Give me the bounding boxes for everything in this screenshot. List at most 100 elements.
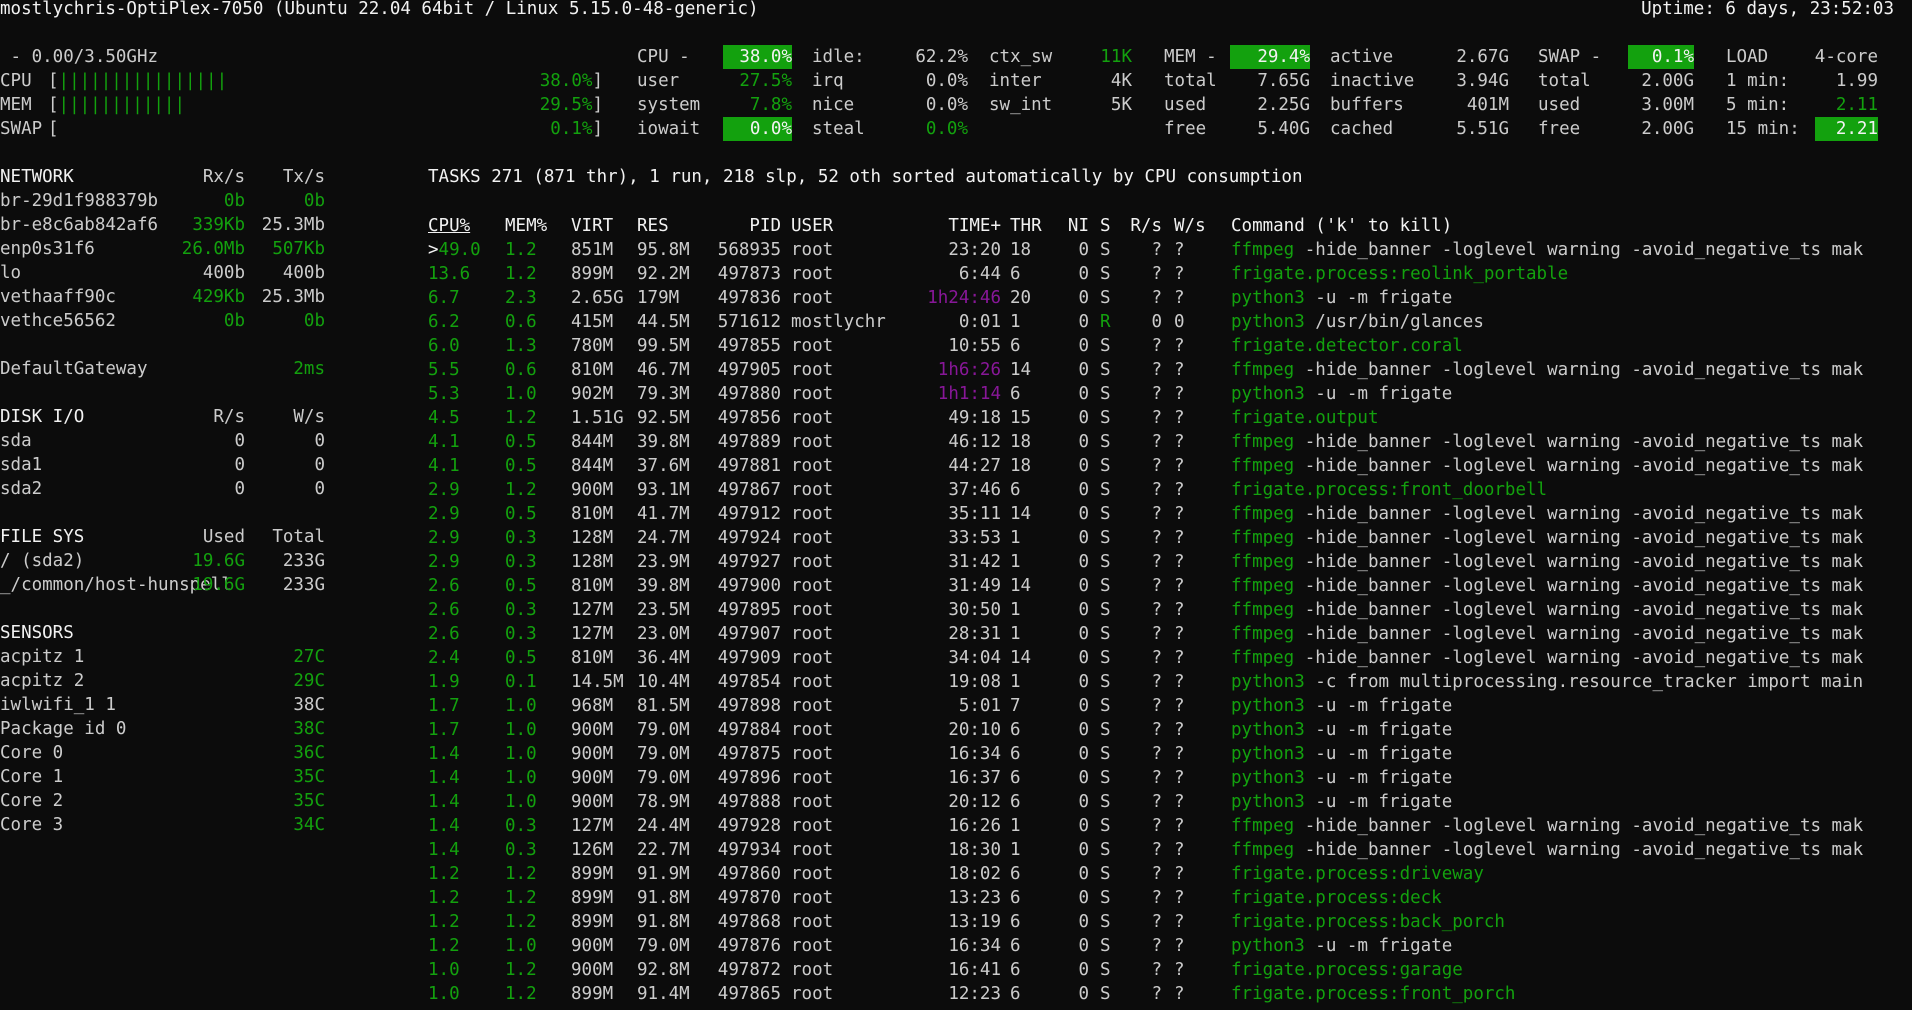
process-executable: python3: [1231, 768, 1305, 788]
sensor-value: 35C: [293, 767, 325, 787]
process-read-rate: ?: [1151, 888, 1162, 908]
sensor-value: 38C: [293, 695, 325, 715]
network-tx-value: 400b: [282, 263, 325, 283]
process-threads: 6: [1010, 864, 1021, 884]
process-threads: 14: [1010, 504, 1032, 524]
process-executable: ffmpeg: [1231, 624, 1295, 644]
process-write-rate: ?: [1174, 432, 1185, 452]
process-pid: 497870: [717, 888, 781, 908]
process-read-rate: ?: [1151, 336, 1162, 356]
process-threads: 14: [1010, 576, 1032, 596]
process-read-rate: ?: [1151, 432, 1162, 452]
process-time: 16:34: [948, 936, 1001, 956]
process-time: 20:12: [948, 792, 1001, 812]
process-cpu: 2.4: [428, 648, 460, 668]
process-executable: ffmpeg: [1231, 240, 1295, 260]
process-read-rate: ?: [1151, 960, 1162, 980]
process-pid: 497876: [717, 936, 781, 956]
process-pid: 497898: [717, 696, 781, 716]
process-read-rate: ?: [1151, 528, 1162, 548]
process-nice: 0: [1078, 696, 1089, 716]
process-time: 31:42: [948, 552, 1001, 572]
process-time: 13:19: [948, 912, 1001, 932]
mem-stat2-label: buffers: [1330, 95, 1404, 115]
process-virt: 844M: [571, 456, 614, 476]
process-time: 44:27: [948, 456, 1001, 476]
process-mem: 0.3: [505, 528, 537, 548]
process-cpu: 1.0: [428, 960, 460, 980]
glances-terminal: mostlychris-OptiPlex-7050 (Ubuntu 22.04 …: [0, 0, 1912, 1010]
process-virt: 127M: [571, 816, 614, 836]
process-mem: 1.3: [505, 336, 537, 356]
process-pid: 497928: [717, 816, 781, 836]
process-nice: 0: [1078, 744, 1089, 764]
process-user: root: [791, 768, 834, 788]
process-executable: python3: [1231, 672, 1305, 692]
process-virt: 780M: [571, 336, 614, 356]
load-stat-label: 15 min:: [1726, 119, 1800, 139]
process-state: S: [1100, 792, 1111, 812]
process-threads: 18: [1010, 432, 1032, 452]
process-arguments: -u -m frigate: [1304, 768, 1453, 788]
disk-write-value: 0: [314, 479, 325, 499]
process-read-rate: ?: [1151, 672, 1162, 692]
process-cpu: 2.6: [428, 576, 460, 596]
cpu-title: CPU -: [637, 47, 690, 67]
process-res: 91.8M: [637, 888, 690, 908]
process-mem: 1.2: [505, 264, 537, 284]
process-write-rate: ?: [1174, 384, 1185, 404]
cpu-stat3-label: sw_int: [989, 95, 1053, 115]
process-res: 92.2M: [637, 264, 690, 284]
process-user: root: [791, 336, 834, 356]
process-read-rate: ?: [1151, 648, 1162, 668]
process-time: 13:23: [948, 888, 1001, 908]
process-virt: 900M: [571, 768, 614, 788]
process-executable: ffmpeg: [1231, 576, 1295, 596]
process-command: ffmpeg -hide_banner -loglevel warning -a…: [1231, 838, 1891, 862]
quicklook-mem-percent: 29.5%]: [539, 95, 603, 115]
process-threads: 1: [1010, 528, 1021, 548]
process-state: S: [1100, 624, 1111, 644]
process-cpu: 1.4: [428, 792, 460, 812]
process-read-rate: ?: [1151, 816, 1162, 836]
process-executable: python3: [1231, 384, 1305, 404]
process-virt: 899M: [571, 912, 614, 932]
process-time: 23:20: [948, 240, 1001, 260]
process-res: 91.8M: [637, 912, 690, 932]
process-executable: python3: [1231, 696, 1305, 716]
process-read-rate: ?: [1151, 624, 1162, 644]
cpu-stat-label: system: [637, 95, 701, 115]
process-read-rate: ?: [1151, 912, 1162, 932]
process-threads: 6: [1010, 888, 1021, 908]
process-mem: 1.2: [505, 888, 537, 908]
process-cpu: 1.9: [428, 672, 460, 692]
process-threads: 6: [1010, 792, 1021, 812]
process-executable: frigate.process:front_doorbell: [1231, 480, 1548, 500]
process-res: 39.8M: [637, 576, 690, 596]
process-user: root: [791, 576, 834, 596]
process-mem: 1.2: [505, 480, 537, 500]
process-header-s: S: [1100, 216, 1111, 236]
process-cpu: 1.4: [428, 744, 460, 764]
process-user: root: [791, 240, 834, 260]
disk-io-write-header: W/s: [293, 407, 325, 427]
disk-read-value: 0: [234, 479, 245, 499]
process-executable: frigate.process:deck: [1231, 888, 1442, 908]
process-virt: 900M: [571, 792, 614, 812]
process-arguments: -hide_banner -loglevel warning -avoid_ne…: [1294, 456, 1864, 476]
process-arguments: -hide_banner -loglevel warning -avoid_ne…: [1294, 840, 1864, 860]
process-time: 28:31: [948, 624, 1001, 644]
cpu-stat-value: 0.0%: [723, 117, 792, 141]
network-interface-name: enp0s31f6: [0, 239, 95, 259]
process-arguments: -hide_banner -loglevel warning -avoid_ne…: [1294, 504, 1864, 524]
process-mem: 1.0: [505, 384, 537, 404]
process-threads: 18: [1010, 240, 1032, 260]
mem-stat2-value: 3.94G: [1456, 71, 1509, 91]
cpu-stat3-value: 4K: [1110, 71, 1132, 91]
process-res: 92.5M: [637, 408, 690, 428]
process-nice: 0: [1078, 432, 1089, 452]
process-read-rate: ?: [1151, 408, 1162, 428]
process-mem: 0.3: [505, 840, 537, 860]
process-nice: 0: [1078, 288, 1089, 308]
load-stat-value: 1.99: [1835, 71, 1878, 91]
